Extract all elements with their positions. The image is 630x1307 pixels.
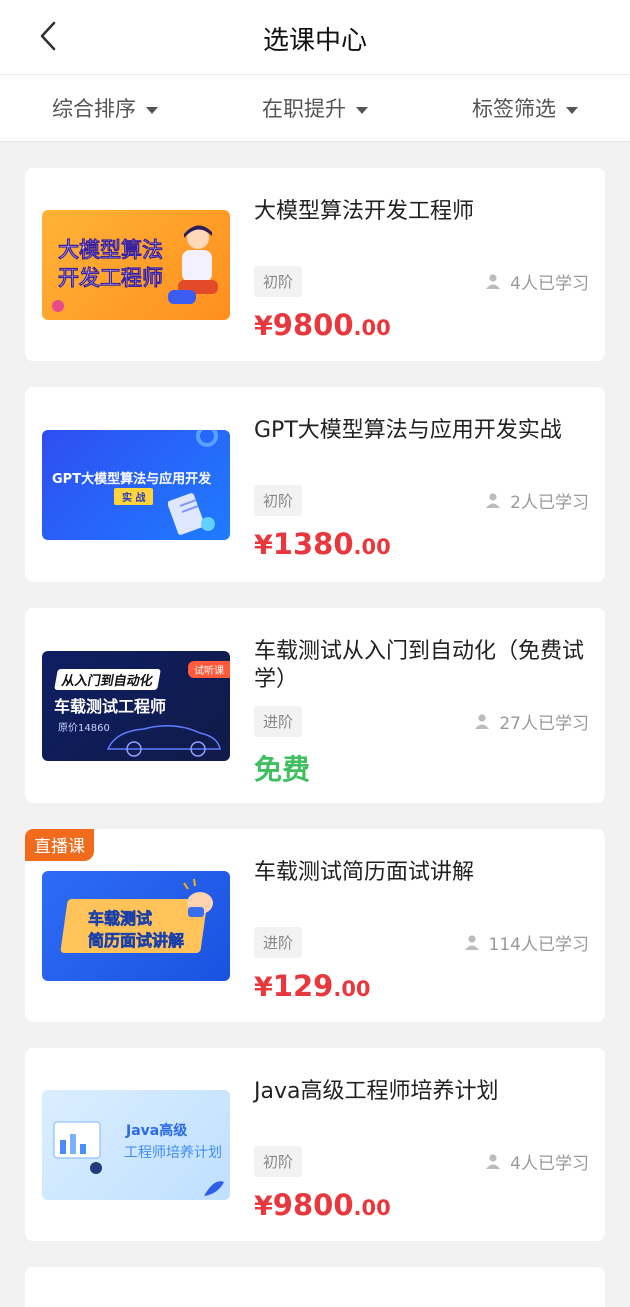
filter-category[interactable]: 在职提升: [210, 93, 420, 123]
thumb-text: 简历面试讲解: [88, 930, 185, 950]
course-list: 大模型算法 开发工程师 大模型算法开发工程师 初阶 4人已学习 ¥9800.00: [0, 142, 630, 1307]
decor-dot: [52, 299, 64, 312]
filter-category-label: 在职提升: [262, 97, 346, 121]
clapping-hands-icon: [183, 878, 213, 917]
level-badge: 初阶: [254, 266, 303, 297]
live-badge: 直播课: [25, 829, 94, 861]
course-thumbnail: 从入门到自动化 车载测试工程师 原价14860 试听课: [42, 650, 230, 761]
course-thumbnail: 车载测试 简历面试讲解: [42, 870, 230, 981]
filter-tags[interactable]: 标签筛选: [420, 93, 630, 123]
thumb-text: 车载测试: [88, 908, 153, 928]
course-card[interactable]: GPT大模型算法与应用开发 实 战 GPT大模型算法与应用开发实战 初阶 2人已…: [25, 387, 605, 582]
caret-down-icon: [566, 96, 578, 120]
person-illustration-icon: [168, 224, 218, 304]
level-badge: 初阶: [254, 1146, 303, 1177]
course-card[interactable]: 大模型算法 开发工程师 大模型算法开发工程师 初阶 4人已学习 ¥9800.00: [25, 168, 605, 361]
course-card[interactable]: Java高级 工程师培养计划 Java高级工程师培养计划 初阶 4人已学习 ¥9…: [25, 1048, 605, 1241]
learner-count: 114人已学习: [464, 930, 589, 955]
price: ¥1380.00: [254, 527, 391, 561]
caret-down-icon: [356, 96, 368, 120]
course-title: 车载测试从入门到自动化（免费试学）: [254, 639, 585, 692]
document-illustration-icon: [168, 492, 215, 535]
price-decimal: .00: [353, 535, 391, 559]
thumb-text: 从入门到自动化: [54, 668, 161, 690]
car-illustration-icon: [106, 724, 221, 757]
course-title: 大模型算法开发工程师: [254, 199, 475, 224]
price: ¥9800.00: [254, 308, 391, 342]
learner-count: 27人已学习: [475, 709, 589, 734]
price-int: 9800: [272, 308, 354, 342]
learner-count: 4人已学习: [486, 1149, 589, 1174]
price: ¥129.00: [254, 969, 371, 1003]
level-badge: 初阶: [254, 485, 303, 516]
price-decimal: .00: [353, 316, 391, 340]
thumb-text: Java高级: [126, 1122, 188, 1139]
learner-count-text: 4人已学习: [510, 1154, 589, 1174]
filter-bar: 综合排序 在职提升 标签筛选: [0, 75, 630, 142]
caret-down-icon: [146, 96, 158, 120]
course-thumbnail: GPT大模型算法与应用开发 实 战: [42, 429, 230, 540]
filter-tags-label: 标签筛选: [472, 97, 556, 121]
filter-sort[interactable]: 综合排序: [0, 93, 210, 123]
user-icon: [464, 935, 479, 950]
price-int: 9800: [272, 1188, 354, 1222]
dashboard-illustration-icon: [53, 1121, 102, 1174]
price: ¥9800.00: [254, 1188, 391, 1222]
user-icon: [486, 1154, 501, 1169]
price-int: 129: [272, 969, 334, 1003]
course-card[interactable]: 直播课 车载测试 简历面试讲解 车载测试简历面试讲解 进阶 114人已学习 ¥1…: [25, 829, 605, 1022]
learner-count-text: 114人已学习: [488, 935, 589, 955]
price-free: 免费: [254, 753, 311, 786]
course-card[interactable]: 从入门到自动化 车载测试工程师 原价14860 试听课 车载测试从入门到自动化（…: [25, 608, 605, 803]
level-badge: 进阶: [254, 706, 303, 737]
learner-count-text: 27人已学习: [499, 714, 589, 734]
course-thumbnail: Java高级 工程师培养计划: [42, 1089, 230, 1200]
course-title: Java高级工程师培养计划: [254, 1079, 499, 1104]
user-icon: [486, 274, 501, 289]
thumb-text: 开发工程师: [58, 265, 164, 290]
course-title: GPT大模型算法与应用开发实战: [254, 418, 562, 443]
learner-count: 4人已学习: [486, 269, 589, 294]
thumb-text: 原价14860: [58, 722, 110, 734]
thumb-text: GPT大模型算法与应用开发: [52, 471, 212, 487]
price-decimal: .00: [333, 977, 371, 1001]
filter-sort-label: 综合排序: [52, 97, 136, 121]
price-int: 1380: [272, 527, 354, 561]
level-badge: 进阶: [254, 927, 303, 958]
learner-count-text: 2人已学习: [510, 493, 589, 513]
page-title: 选课中心: [262, 26, 367, 56]
price-decimal: .00: [353, 1196, 391, 1220]
top-bar: 选课中心: [0, 0, 630, 75]
price-currency: ¥: [254, 530, 273, 561]
course-title: 车载测试简历面试讲解: [254, 860, 475, 885]
ring-decor-icon: [196, 429, 218, 447]
user-icon: [475, 714, 490, 729]
leaf-decor-icon: [204, 1180, 224, 1196]
course-card-partial[interactable]: [25, 1267, 605, 1307]
thumb-tag: 实 战: [114, 487, 154, 505]
price-currency: ¥: [254, 972, 273, 1003]
price-currency: ¥: [254, 311, 273, 342]
learner-count: 2人已学习: [486, 488, 589, 513]
thumb-text: 车载测试工程师: [54, 696, 167, 716]
price-currency: ¥: [254, 1191, 273, 1222]
course-thumbnail: 大模型算法 开发工程师: [42, 209, 230, 320]
learner-count-text: 4人已学习: [510, 274, 589, 294]
thumb-text: 工程师培养计划: [124, 1144, 222, 1161]
user-icon: [486, 493, 501, 508]
thumb-text: 大模型算法: [58, 237, 164, 262]
thumb-tag: 试听课: [188, 660, 230, 678]
